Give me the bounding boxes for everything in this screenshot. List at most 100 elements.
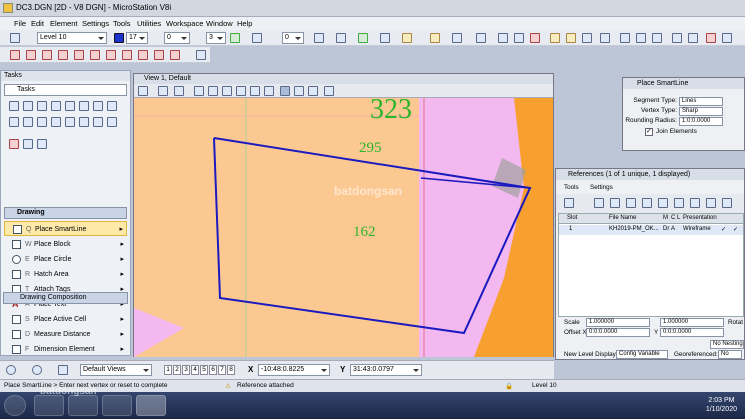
tool-place-smartline[interactable]: Q Place SmartLine ▸ <box>4 221 127 236</box>
rotate-reference-icon[interactable] <box>674 198 684 208</box>
fence-tool-icon[interactable] <box>154 50 164 60</box>
y-coordinate-field[interactable]: 31:43:0.0797 <box>350 364 422 376</box>
pan-view-icon[interactable] <box>280 86 290 96</box>
change-attributes-icon[interactable] <box>37 139 47 149</box>
back-icon[interactable] <box>6 365 16 375</box>
save-icon[interactable] <box>582 33 592 43</box>
view-next-icon[interactable] <box>308 86 318 96</box>
priority-combo[interactable]: 0 <box>282 32 304 44</box>
style-combo[interactable]: 0 <box>164 32 190 44</box>
tool-place-active-cell[interactable]: S Place Active Cell ▸ <box>4 312 127 327</box>
row-display-check[interactable]: ✓ <box>721 226 726 233</box>
raster-manager-icon[interactable] <box>476 33 486 43</box>
arc-tool-icon[interactable] <box>42 50 52 60</box>
trim-tool-icon[interactable] <box>138 50 148 60</box>
menu-tools[interactable]: Tools <box>113 19 131 28</box>
dimension-tool-icon[interactable] <box>106 50 116 60</box>
tasks-selector[interactable]: Tasks <box>4 84 127 96</box>
priority-icon[interactable] <box>252 33 262 43</box>
tool-place-circle[interactable]: E Place Circle ▸ <box>4 252 127 267</box>
view-button-7[interactable]: 7 <box>218 365 226 375</box>
measure-icon[interactable] <box>514 33 524 43</box>
array-element-icon[interactable] <box>107 101 117 111</box>
row-snap-check[interactable]: ✓ <box>733 226 738 233</box>
view-attributes-icon[interactable] <box>138 86 148 96</box>
paste-icon[interactable] <box>652 33 662 43</box>
redo-icon[interactable] <box>688 33 698 43</box>
menu-utilities[interactable]: Utilities <box>137 19 161 28</box>
status-level[interactable]: Level 10 <box>532 382 557 389</box>
rounding-radius-field[interactable]: 1:0:0.0000 <box>679 117 723 126</box>
reload-reference-icon[interactable] <box>610 198 620 208</box>
level-combo[interactable]: Level 10 <box>37 32 107 44</box>
explorer-taskbar-icon[interactable] <box>68 395 98 416</box>
select-element-icon[interactable] <box>9 101 19 111</box>
fit-view-icon[interactable] <box>250 86 260 96</box>
segment-type-combo[interactable]: Lines <box>679 97 723 106</box>
weight-combo[interactable]: 3 <box>206 32 226 44</box>
new-file-icon[interactable] <box>550 33 560 43</box>
scale-field-a[interactable]: 1.000000 <box>586 318 650 327</box>
mirror-element-icon[interactable] <box>93 101 103 111</box>
extra-icon[interactable] <box>722 33 732 43</box>
menu-workspace[interactable]: Workspace <box>166 19 203 28</box>
copy-icon[interactable] <box>636 33 646 43</box>
zoom-in-icon[interactable] <box>208 86 218 96</box>
tool-dimension-element[interactable]: F Dimension Element ▸ <box>4 342 127 357</box>
vertex-type-combo[interactable]: Sharp <box>679 107 723 116</box>
view-button-5[interactable]: 5 <box>200 365 208 375</box>
drop-element-icon[interactable] <box>23 139 33 149</box>
view-previous-icon[interactable] <box>294 86 304 96</box>
menu-help[interactable]: Help <box>237 19 252 28</box>
col-presentation[interactable]: Presentation <box>683 215 717 221</box>
polygon-tool-icon[interactable] <box>26 50 36 60</box>
move-element-icon[interactable] <box>51 101 61 111</box>
copy-reference-icon[interactable] <box>642 198 652 208</box>
primary-tools-icon[interactable] <box>314 33 324 43</box>
georeferenced-combo[interactable]: No <box>718 350 742 359</box>
accudraw-icon[interactable] <box>336 33 346 43</box>
scale-reference-icon[interactable] <box>658 198 668 208</box>
copy-element-icon[interactable] <box>37 101 47 111</box>
offset-y-field[interactable]: 0:0:0.0000 <box>660 328 724 337</box>
view-button-4[interactable]: 4 <box>191 365 199 375</box>
rotate-view-icon[interactable] <box>264 86 274 96</box>
cut-icon[interactable] <box>620 33 630 43</box>
views-combo[interactable]: Default Views <box>80 364 152 376</box>
text-tool-icon[interactable] <box>74 50 84 60</box>
view-settings-icon[interactable] <box>174 86 184 96</box>
forward-icon[interactable] <box>32 365 42 375</box>
x-coordinate-field[interactable]: -10:48:0.8225 <box>258 364 330 376</box>
references-icon[interactable] <box>452 33 462 43</box>
col-model[interactable]: M <box>663 215 668 221</box>
hilite-reference-icon[interactable] <box>722 198 732 208</box>
mirror-reference-icon[interactable] <box>690 198 700 208</box>
drawing-section-header[interactable]: Drawing <box>4 207 127 219</box>
view-button-6[interactable]: 6 <box>209 365 217 375</box>
scale-element-icon[interactable] <box>65 101 75 111</box>
models-icon[interactable] <box>430 33 440 43</box>
view-button-8[interactable]: 8 <box>227 365 235 375</box>
zoom-out-icon[interactable] <box>222 86 232 96</box>
transparency-icon[interactable] <box>230 33 240 43</box>
cursor-icon[interactable] <box>58 365 68 375</box>
clip-volume-icon[interactable] <box>324 86 334 96</box>
view-button-3[interactable]: 3 <box>182 365 190 375</box>
references-menu-settings[interactable]: Settings <box>590 184 613 191</box>
level-manager-icon[interactable] <box>380 33 390 43</box>
menu-window[interactable]: Window <box>206 19 233 28</box>
col-file-name[interactable]: File Name <box>609 215 636 221</box>
menu-file[interactable]: File <box>14 19 26 28</box>
menu-edit[interactable]: Edit <box>31 19 44 28</box>
rotate-element-icon[interactable] <box>79 101 89 111</box>
view-button-2[interactable]: 2 <box>173 365 181 375</box>
microstation-taskbar-icon[interactable] <box>136 395 166 416</box>
lock-icon[interactable]: 🔒 <box>505 382 513 390</box>
offset-x-field[interactable]: 0:0:0.0000 <box>586 328 650 337</box>
scale-field-b[interactable]: 1.000000 <box>660 318 724 327</box>
circle-tool-icon[interactable] <box>58 50 68 60</box>
join-elements-checkbox[interactable]: ✓ <box>645 128 653 136</box>
display-style-icon[interactable] <box>158 86 168 96</box>
new-level-display-combo[interactable]: Config Variable <box>616 350 668 359</box>
open-file-icon[interactable] <box>566 33 576 43</box>
